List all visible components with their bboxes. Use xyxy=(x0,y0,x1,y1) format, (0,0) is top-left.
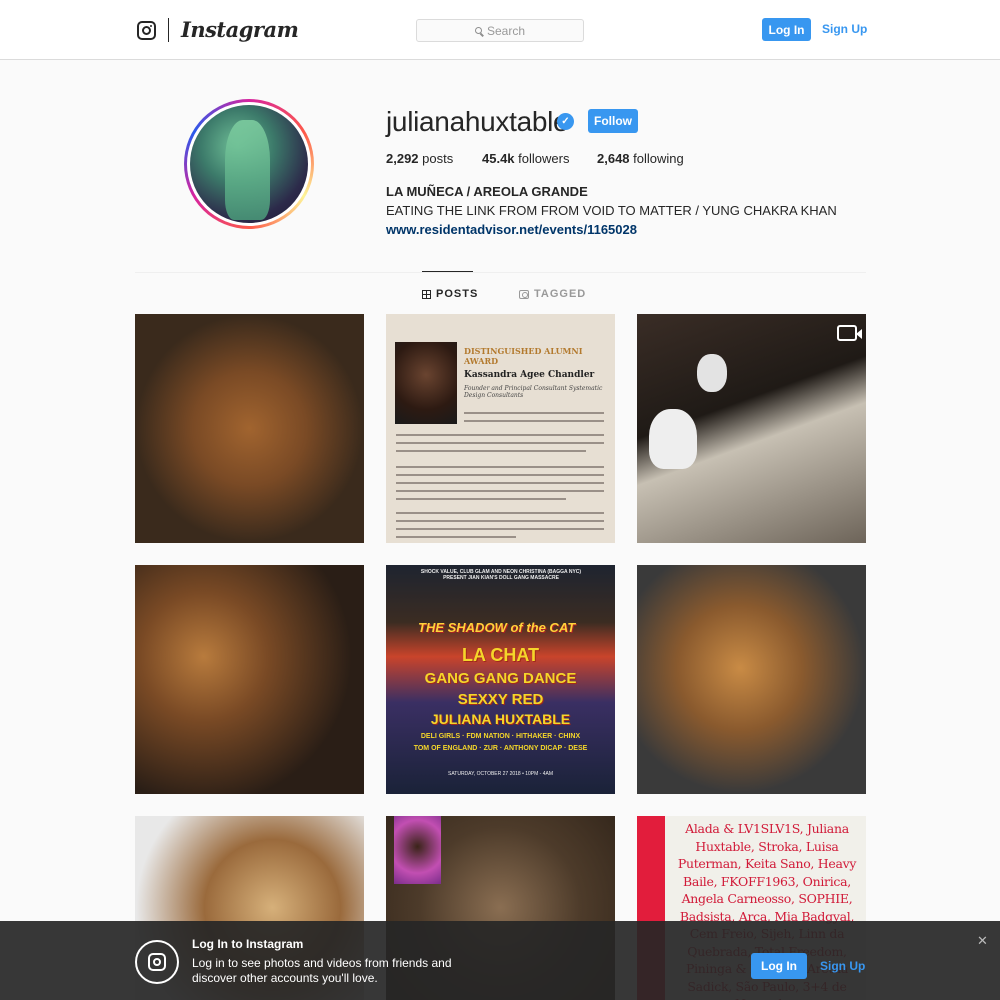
profile-full-name: LA MUÑECA / AREOLA GRANDE xyxy=(386,184,588,199)
search-icon xyxy=(474,27,482,34)
poster-presenters: SHOCK VALUE, CLUB GLAM AND NEON CHRISTIN… xyxy=(420,569,582,581)
poster-artist: GANG GANG DANCE xyxy=(424,670,577,687)
search-input[interactable]: Search xyxy=(416,19,584,42)
instagram-wordmark[interactable]: Instagram xyxy=(181,17,299,42)
cat-figure xyxy=(649,409,697,469)
banner-login-button[interactable]: Log In xyxy=(751,953,807,979)
award-role: Founder and Principal Consultant Systema… xyxy=(464,385,603,399)
search-placeholder: Search xyxy=(486,23,526,38)
profile-username: julianahuxtable xyxy=(386,106,569,137)
instagram-camera-icon[interactable] xyxy=(137,21,156,40)
video-icon xyxy=(837,325,862,341)
post-thumbnail-3[interactable] xyxy=(637,314,866,543)
posts-count: 2,292 posts xyxy=(386,151,454,166)
active-tab-indicator xyxy=(422,271,473,272)
profile-avatar-ring xyxy=(184,99,314,229)
banner-signup-link[interactable]: Sign Up xyxy=(820,959,865,973)
logo-divider xyxy=(168,18,169,42)
grid-icon xyxy=(422,289,431,299)
tab-tagged[interactable]: TAGGED xyxy=(519,288,586,300)
profile-website-link[interactable]: www.residentadvisor.net/events/1165028 xyxy=(386,222,637,237)
post-thumbnail-4[interactable] xyxy=(135,565,364,794)
post-thumbnail-1[interactable] xyxy=(135,314,364,543)
tab-posts[interactable]: POSTS xyxy=(422,288,478,300)
poster-support: TOM OF ENGLAND · ZUR · ANTHONY DICAP · D… xyxy=(413,745,588,752)
inset-photo xyxy=(394,816,441,884)
profile-bio: EATING THE LINK FROM FROM VOID TO MATTER… xyxy=(386,203,837,218)
banner-title: Log In to Instagram xyxy=(192,937,304,951)
login-prompt-banner: Log In to Instagram Log in to see photos… xyxy=(0,921,1000,1000)
portrait-photo xyxy=(395,342,457,424)
post-thumbnail-2[interactable]: DISTINGUISHED ALUMNI AWARD Kassandra Age… xyxy=(386,314,615,543)
poster-artist: JULIANA HUXTABLE xyxy=(430,711,571,727)
post-thumbnail-5[interactable]: SHOCK VALUE, CLUB GLAM AND NEON CHRISTIN… xyxy=(386,565,615,794)
instagram-logo-icon xyxy=(135,940,179,984)
poster-date: SATURDAY, OCTOBER 27 2018 • 10PM - 4AM xyxy=(447,771,554,777)
poster-headliner: LA CHAT xyxy=(462,645,539,665)
follow-button[interactable]: Follow xyxy=(588,109,638,133)
top-navigation-bar: Instagram Search Log In Sign Up xyxy=(0,0,1000,60)
award-recipient: Kassandra Agee Chandler xyxy=(464,370,595,380)
verified-badge-icon: ✓ xyxy=(557,113,574,130)
signup-link[interactable]: Sign Up xyxy=(822,22,867,36)
banner-description: Log in to see photos and videos from fri… xyxy=(192,956,452,985)
close-icon[interactable]: ✕ xyxy=(977,933,988,949)
profile-avatar[interactable] xyxy=(190,105,308,223)
cat-figure xyxy=(697,354,727,392)
followers-count[interactable]: 45.4k followers xyxy=(482,151,569,166)
poster-title: THE SHADOW of the CAT xyxy=(418,620,576,635)
tabs-divider xyxy=(135,272,866,273)
poster-support: DELI GIRLS · FDM NATION · HITHAKER · CHI… xyxy=(420,733,581,740)
post-thumbnail-6[interactable] xyxy=(637,565,866,794)
award-heading: DISTINGUISHED ALUMNI AWARD xyxy=(464,346,583,366)
following-count[interactable]: 2,648 following xyxy=(597,151,684,166)
login-button[interactable]: Log In xyxy=(762,18,811,41)
tag-icon xyxy=(519,289,529,299)
poster-artist: SEXXY RED xyxy=(457,691,544,708)
